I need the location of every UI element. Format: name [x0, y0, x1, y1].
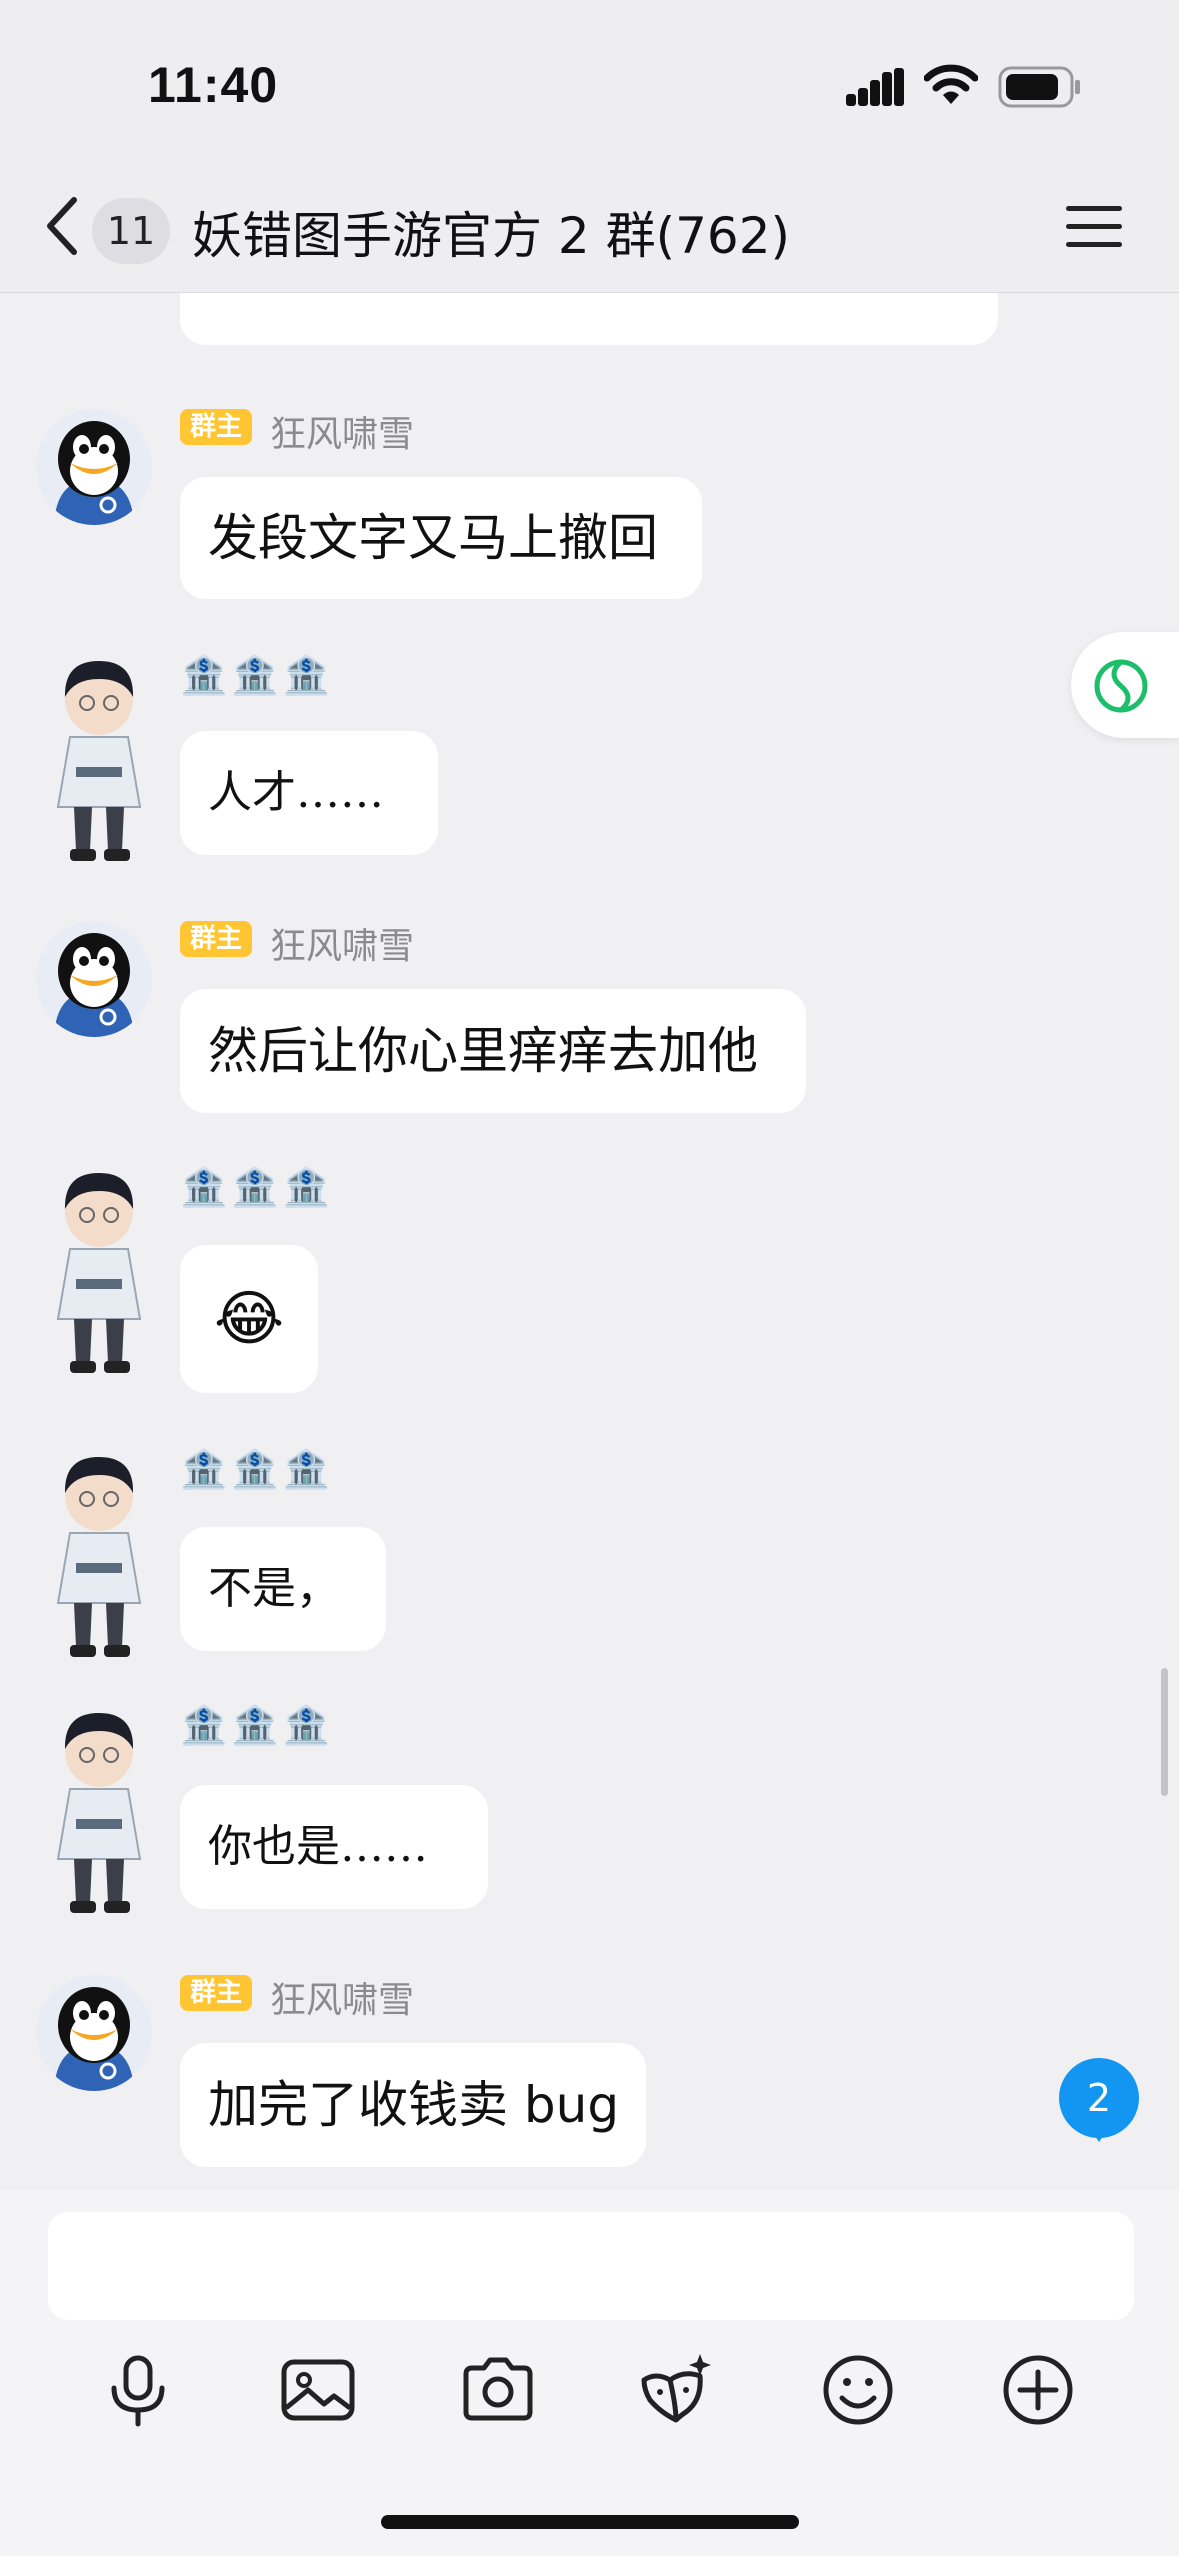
message-text: 人才…… [208, 767, 384, 818]
emoji-icon[interactable] [818, 2350, 898, 2430]
input-area [0, 2190, 1179, 2556]
message-text: 加完了收钱卖 bug [208, 2076, 620, 2134]
message-bubble[interactable]: 😂 [180, 1245, 318, 1393]
sender-name[interactable]: 狂风啸雪 [270, 1971, 414, 2023]
message-text: 发段文字又马上撤回 [208, 509, 658, 567]
green-swirl-icon [1094, 659, 1148, 713]
scrollbar[interactable] [1161, 1668, 1168, 1796]
owner-badge: 群主 [180, 1975, 253, 2011]
sender-emoji-name[interactable]: 🏦🏦🏦 [180, 653, 334, 698]
sender-emoji-name[interactable]: 🏦🏦🏦 [180, 1703, 334, 1748]
status-time: 11:40 [148, 57, 279, 113]
home-indicator[interactable] [381, 2515, 799, 2529]
battery-icon [998, 66, 1080, 108]
anime-boy-avatar[interactable] [40, 1453, 158, 1661]
camera-icon[interactable] [458, 2350, 538, 2430]
unread-count-badge[interactable]: 11 [92, 198, 170, 264]
message-bubble[interactable]: 人才…… [180, 731, 438, 855]
sender-name[interactable]: 狂风啸雪 [270, 405, 414, 457]
owner-badge: 群主 [180, 921, 253, 957]
message-input[interactable] [48, 2212, 1134, 2320]
message-bubble[interactable]: 然后让你心里痒痒去加他 [180, 989, 806, 1113]
penguin-avatar[interactable] [36, 409, 152, 525]
chat-header: 11 妖错图手游官方 2 群(762) [0, 160, 1179, 293]
owner-badge: 群主 [180, 409, 253, 445]
sender-emoji-name[interactable]: 🏦🏦🏦 [180, 1165, 334, 1210]
menu-icon[interactable] [1066, 204, 1122, 250]
new-message-count-bubble[interactable]: 2 [1059, 2058, 1139, 2142]
message-text: 然后让你心里痒痒去加他 [208, 1022, 758, 1080]
message-bubble-partial[interactable] [180, 293, 998, 345]
sender-emoji-name[interactable]: 🏦🏦🏦 [180, 1447, 334, 1492]
wifi-icon [924, 64, 978, 104]
message-text: 你也是…… [208, 1821, 428, 1872]
sender-name[interactable]: 狂风啸雪 [270, 917, 414, 969]
floating-side-button[interactable] [1071, 632, 1179, 738]
status-bar: 11:40 [0, 0, 1179, 160]
message-text: 😂 [213, 1284, 285, 1354]
sticker-icon[interactable] [636, 2350, 716, 2430]
back-chevron-icon[interactable] [38, 194, 86, 258]
image-icon[interactable] [278, 2350, 358, 2430]
message-bubble[interactable]: 你也是…… [180, 1785, 488, 1909]
chat-title: 妖错图手游官方 2 群(762) [192, 207, 791, 265]
anime-boy-avatar[interactable] [40, 1709, 158, 1917]
anime-boy-avatar[interactable] [40, 657, 158, 865]
message-bubble[interactable]: 加完了收钱卖 bug [180, 2043, 646, 2167]
cellular-signal-icon [846, 68, 904, 106]
message-bubble[interactable]: 发段文字又马上撤回 [180, 477, 702, 599]
message-bubble[interactable]: 不是， [180, 1527, 386, 1651]
plus-icon[interactable] [998, 2350, 1078, 2430]
penguin-avatar[interactable] [36, 1975, 152, 2091]
message-list[interactable]: 群主 狂风啸雪 发段文字又马上撤回 🏦🏦🏦 人才…… 群主 狂风啸雪 然后让你心… [0, 293, 1179, 2190]
anime-boy-avatar[interactable] [40, 1169, 158, 1377]
penguin-avatar[interactable] [36, 921, 152, 1037]
microphone-icon[interactable] [98, 2350, 178, 2430]
message-text: 不是， [208, 1563, 340, 1614]
